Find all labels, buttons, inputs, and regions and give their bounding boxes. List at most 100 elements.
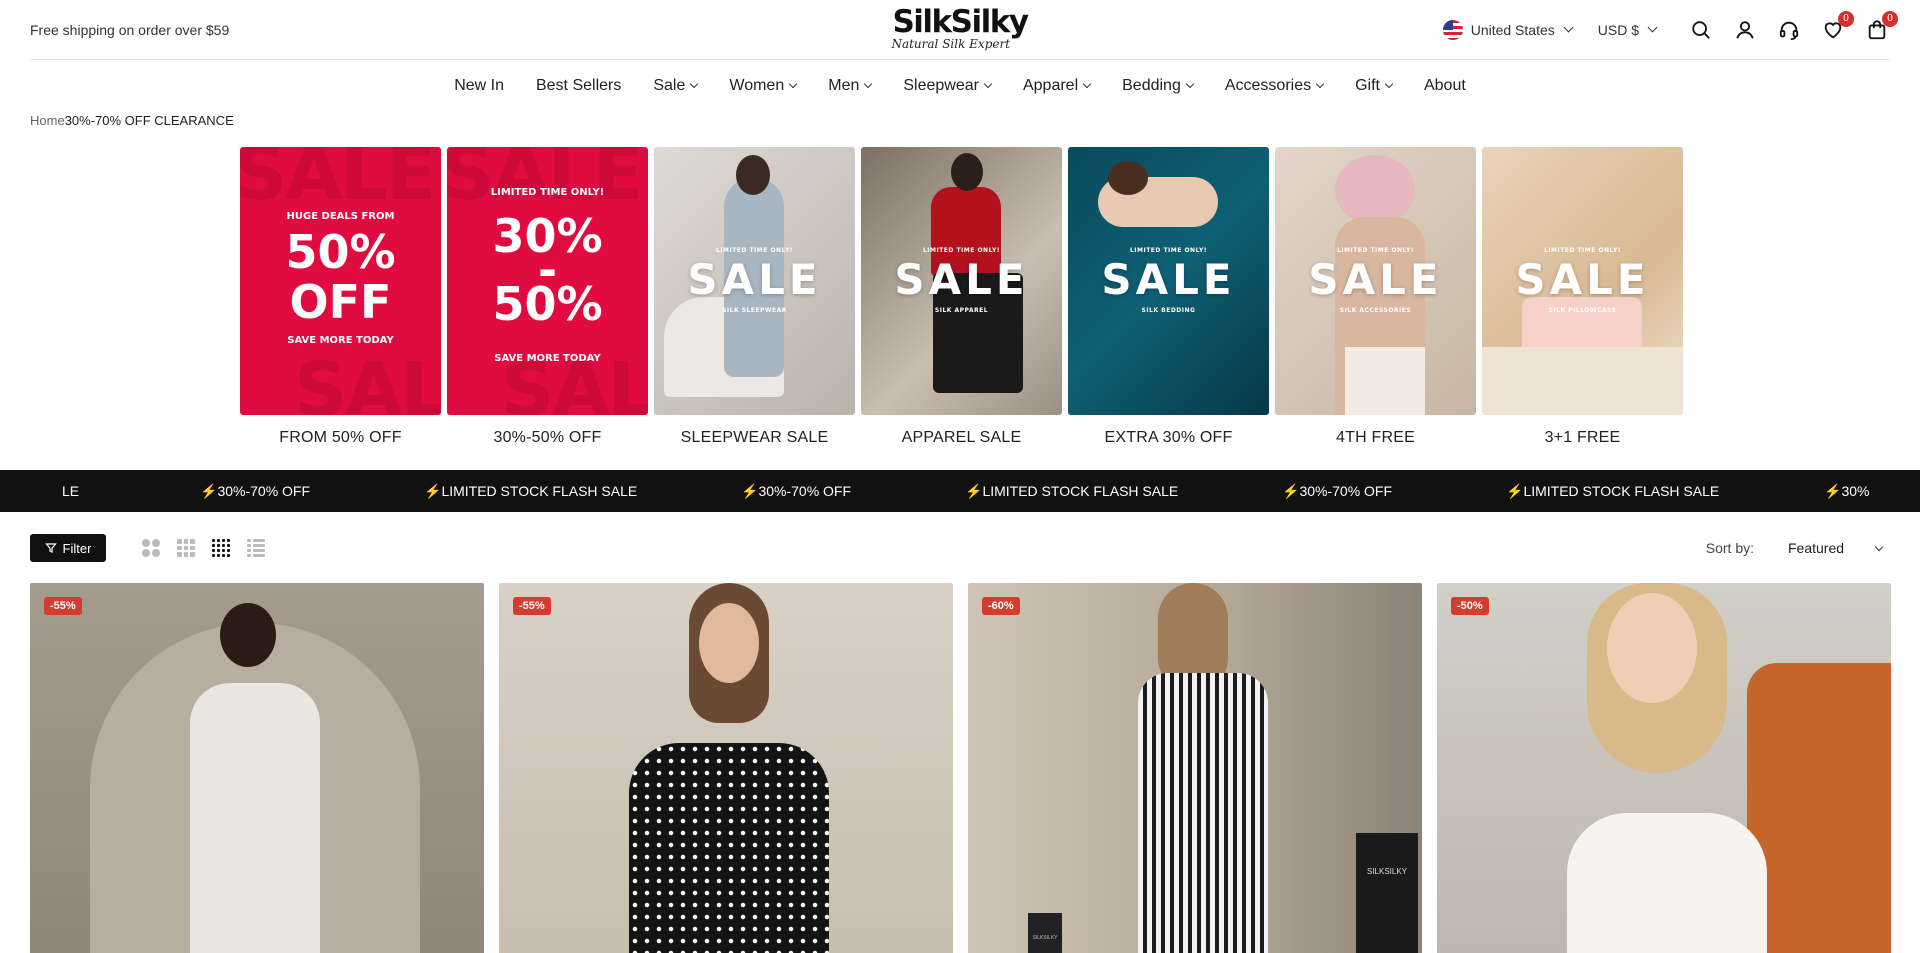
product-polka-top bbox=[629, 743, 829, 953]
marquee-text: LIMITED STOCK FLASH SALE bbox=[1523, 483, 1720, 499]
discount-badge: -50% bbox=[1451, 597, 1489, 615]
category-tile-apparel-sale[interactable]: LIMITED TIME ONLY! SALE SILK APPAREL APP… bbox=[861, 147, 1062, 447]
ghost-sale-text: SALE bbox=[240, 147, 436, 217]
bag-icon[interactable]: 0 bbox=[1864, 11, 1898, 43]
marquee-text: LIMITED STOCK FLASH SALE bbox=[441, 483, 638, 499]
lightning-icon: ⚡ bbox=[1506, 483, 1524, 499]
grid-4-view-icon[interactable] bbox=[212, 539, 230, 557]
product-card[interactable]: -55% bbox=[30, 583, 484, 953]
nav-label: Gift bbox=[1355, 77, 1380, 94]
sort-select[interactable]: Featured bbox=[1774, 534, 1890, 562]
marquee-text: 30%-70% OFF bbox=[758, 483, 852, 499]
chevron-down-icon bbox=[1315, 79, 1325, 88]
chevron-down-icon bbox=[1185, 79, 1195, 88]
model-head bbox=[699, 603, 759, 683]
nav-item-new-in[interactable]: New In bbox=[454, 77, 504, 95]
collection-toolbar: Filter Sort by: Featured bbox=[30, 534, 1890, 562]
nav-item-men[interactable]: Men bbox=[828, 77, 873, 95]
nav-item-sleepwear[interactable]: Sleepwear bbox=[903, 77, 993, 95]
marquee-item: ⚡30% bbox=[1824, 483, 1869, 500]
discount-badge: -55% bbox=[44, 597, 82, 615]
category-label: 3+1 FREE bbox=[1544, 429, 1621, 446]
country-label: United States bbox=[1470, 22, 1555, 38]
category-tile-from-50-off[interactable]: SALE SAL HUGE DEALS FROM 50% OFF SAVE MO… bbox=[240, 147, 441, 447]
breadcrumb-home-link[interactable]: Home bbox=[30, 113, 65, 128]
lightning-icon: ⚡ bbox=[200, 483, 218, 499]
category-tile-4th-free[interactable]: LIMITED TIME ONLY! SALE SILK ACCESSORIES… bbox=[1275, 147, 1476, 447]
promo-footer: SAVE MORE TODAY bbox=[287, 335, 394, 346]
country-selector[interactable]: United States bbox=[1442, 20, 1574, 40]
promo-headline: 50% bbox=[492, 277, 603, 331]
category-tile-sleepwear-sale[interactable]: LIMITED TIME ONLY! SALE SILK SLEEPWEAR S… bbox=[654, 147, 855, 447]
cart-count-badge: 0 bbox=[1882, 11, 1898, 27]
sale-headline: SALE bbox=[1515, 255, 1650, 304]
nav-item-sale[interactable]: Sale bbox=[653, 77, 699, 95]
nav-item-women[interactable]: Women bbox=[729, 77, 798, 95]
sale-subtitle: SILK BEDDING bbox=[1141, 307, 1196, 314]
category-tile-3-plus-1-free[interactable]: LIMITED TIME ONLY! SALE SILK PILLOWCASE … bbox=[1482, 147, 1683, 447]
marquee-item: LE bbox=[62, 483, 79, 499]
marquee-item: ⚡30%-70% OFF bbox=[1282, 483, 1392, 500]
marquee-item: ⚡LIMITED STOCK FLASH SALE bbox=[1506, 483, 1719, 500]
nav-item-best-sellers[interactable]: Best Sellers bbox=[536, 77, 621, 95]
nav-label: Women bbox=[729, 77, 785, 94]
nav-item-bedding[interactable]: Bedding bbox=[1122, 77, 1195, 95]
sale-subtitle: SILK APPAREL bbox=[934, 307, 989, 314]
sale-headline: SALE bbox=[894, 255, 1029, 304]
discount-badge: -60% bbox=[982, 597, 1020, 615]
marquee-text: 30%-70% OFF bbox=[1299, 483, 1393, 499]
lightning-icon: ⚡ bbox=[741, 483, 759, 499]
promo-footer: SAVE MORE TODAY bbox=[494, 353, 601, 364]
product-card[interactable]: -60% SILKSILKY SILKSILKY bbox=[968, 583, 1422, 953]
chevron-down-icon bbox=[1874, 542, 1884, 552]
list-view-icon[interactable] bbox=[247, 539, 265, 557]
breadcrumb: Home30%-70% OFF CLEARANCE bbox=[30, 113, 234, 128]
product-card[interactable]: -55% bbox=[499, 583, 953, 953]
grid-2-view-icon[interactable] bbox=[142, 539, 160, 557]
nav-item-gift[interactable]: Gift bbox=[1355, 77, 1394, 95]
headset-icon[interactable] bbox=[1776, 17, 1802, 43]
nav-item-accessories[interactable]: Accessories bbox=[1224, 77, 1325, 95]
marquee-item: ⚡30%-70% OFF bbox=[741, 483, 851, 500]
product-card[interactable]: -50% bbox=[1437, 583, 1891, 953]
nav-label: Best Sellers bbox=[535, 77, 622, 94]
sort-value: Featured bbox=[1788, 540, 1845, 556]
sale-subtitle: SILK ACCESSORIES bbox=[1339, 307, 1412, 314]
brand-name: SilkSilky bbox=[892, 4, 1029, 40]
nav-label: Sale bbox=[653, 77, 686, 94]
lightning-icon: ⚡ bbox=[1824, 483, 1842, 499]
chevron-down-icon bbox=[1647, 22, 1658, 33]
search-icon[interactable] bbox=[1688, 17, 1714, 43]
category-image: LIMITED TIME ONLY! SALE SILK SLEEPWEAR bbox=[654, 147, 855, 415]
filter-label: Filter bbox=[62, 540, 92, 556]
nav-item-apparel[interactable]: Apparel bbox=[1023, 77, 1092, 95]
ghost-sale-text: SALE bbox=[447, 147, 643, 217]
sale-kicker: LIMITED TIME ONLY! bbox=[1336, 247, 1415, 254]
box-brand-text: SILKSILKY bbox=[1366, 867, 1408, 876]
breadcrumb-current: 30%-70% OFF CLEARANCE bbox=[64, 113, 234, 128]
sale-kicker: LIMITED TIME ONLY! bbox=[1129, 247, 1208, 254]
shipping-announcement: Free shipping on order over $59 bbox=[30, 22, 230, 38]
promo-marquee: LE ⚡30%-70% OFF ⚡LIMITED STOCK FLASH SAL… bbox=[0, 470, 1920, 512]
promo-banner: SALE SAL HUGE DEALS FROM 50% OFF SAVE MO… bbox=[240, 147, 441, 415]
nav-label: Men bbox=[828, 77, 860, 94]
view-mode-switcher bbox=[142, 539, 265, 557]
product-dress bbox=[190, 683, 320, 953]
category-tile-extra-30-off[interactable]: LIMITED TIME ONLY! SALE SILK BEDDING EXT… bbox=[1068, 147, 1269, 447]
bonnet-shape bbox=[1335, 155, 1415, 225]
category-image: LIMITED TIME ONLY! SALE SILK PILLOWCASE bbox=[1482, 147, 1683, 415]
nav-item-about[interactable]: About bbox=[1424, 77, 1466, 95]
category-tile-30-50-off[interactable]: SALE SAL LIMITED TIME ONLY! 30% - 50% SA… bbox=[447, 147, 648, 447]
currency-selector[interactable]: USD $ bbox=[1598, 22, 1658, 38]
grid-3-view-icon[interactable] bbox=[177, 539, 195, 557]
filter-button[interactable]: Filter bbox=[30, 534, 106, 562]
nav-label: Sleepwear bbox=[903, 77, 979, 94]
nav-label: About bbox=[1423, 77, 1466, 94]
nav-label: Accessories bbox=[1224, 77, 1312, 94]
chevron-down-icon bbox=[690, 79, 699, 88]
user-icon[interactable] bbox=[1732, 17, 1758, 43]
promo-headline: OFF bbox=[289, 275, 392, 329]
chevron-down-icon bbox=[788, 79, 798, 88]
brand-logo[interactable]: SilkSilky Natural Silk Expert bbox=[891, 4, 1029, 50]
heart-icon[interactable]: 0 bbox=[1820, 11, 1854, 43]
